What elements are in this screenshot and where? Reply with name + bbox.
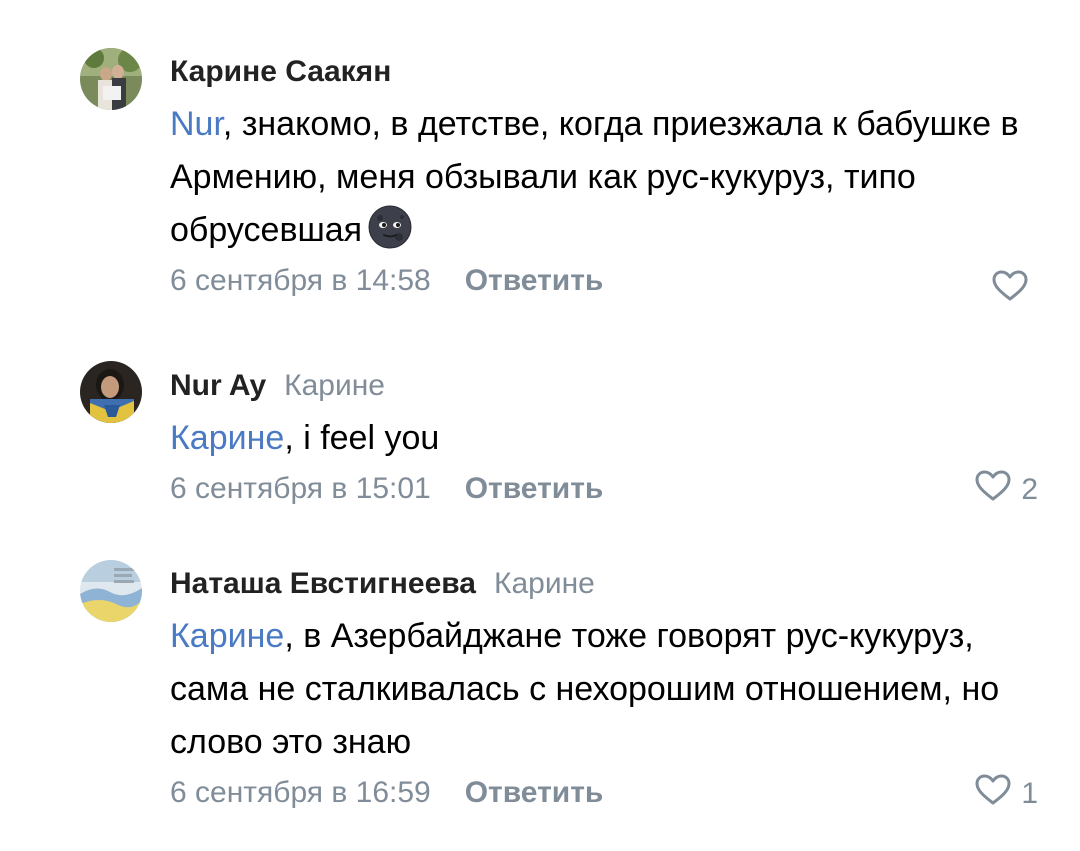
comment-date[interactable]: 6 сентября в 14:58 (170, 264, 431, 297)
comment-body: , i feel you (284, 419, 440, 457)
avatar[interactable] (80, 48, 142, 110)
comment-date[interactable]: 6 сентября в 16:59 (170, 776, 431, 809)
heart-outline-icon (992, 270, 1028, 310)
reply-button[interactable]: Ответить (465, 472, 604, 505)
mention-link[interactable]: Карине (170, 419, 284, 457)
new-moon-face-icon (368, 205, 412, 249)
like-button[interactable] (992, 270, 1038, 310)
avatar[interactable] (80, 560, 142, 622)
comment-date[interactable]: 6 сентября в 15:01 (170, 472, 431, 505)
comment-text: Карине, в Азербайджане тоже говорят рус-… (170, 610, 1040, 769)
heart-outline-icon (975, 774, 1011, 814)
comment-text: Nur, знакомо, в детстве, когда приезжала… (170, 98, 1040, 257)
mention-link[interactable]: Nur (170, 105, 223, 143)
reply-to-name[interactable]: Карине (284, 369, 385, 402)
comment-body: , в Азербайджане тоже говорят рус-кукуру… (170, 617, 1000, 761)
like-button[interactable]: 1 (975, 774, 1038, 814)
comment-header: Карине Саакян (170, 52, 1040, 92)
like-button[interactable]: 2 (975, 470, 1038, 510)
comment-meta: 6 сентября в 14:58 Ответить (170, 261, 1040, 301)
heart-outline-icon (975, 470, 1011, 510)
reply-to-name[interactable]: Карине (494, 567, 595, 600)
comment-header: Наташа Евстигнеева Карине (170, 564, 1040, 604)
author-name[interactable]: Nur Ay (170, 369, 266, 402)
like-count: 2 (1021, 473, 1038, 506)
comment-body: , знакомо, в детстве, когда приезжала к … (170, 105, 1019, 249)
comment-meta: 6 сентября в 16:59 Ответить (170, 773, 1040, 813)
reply-button[interactable]: Ответить (465, 776, 604, 809)
mention-link[interactable]: Карине (170, 617, 284, 655)
author-name[interactable]: Наташа Евстигнеева (170, 567, 476, 600)
comment-header: Nur Ay Карине (170, 366, 1040, 406)
like-count: 1 (1021, 777, 1038, 810)
reply-button[interactable]: Ответить (465, 264, 604, 297)
author-name[interactable]: Карине Саакян (170, 55, 391, 88)
comment-meta: 6 сентября в 15:01 Ответить (170, 469, 1040, 509)
comment-text: Карине, i feel you (170, 412, 1040, 465)
avatar[interactable] (80, 361, 142, 423)
